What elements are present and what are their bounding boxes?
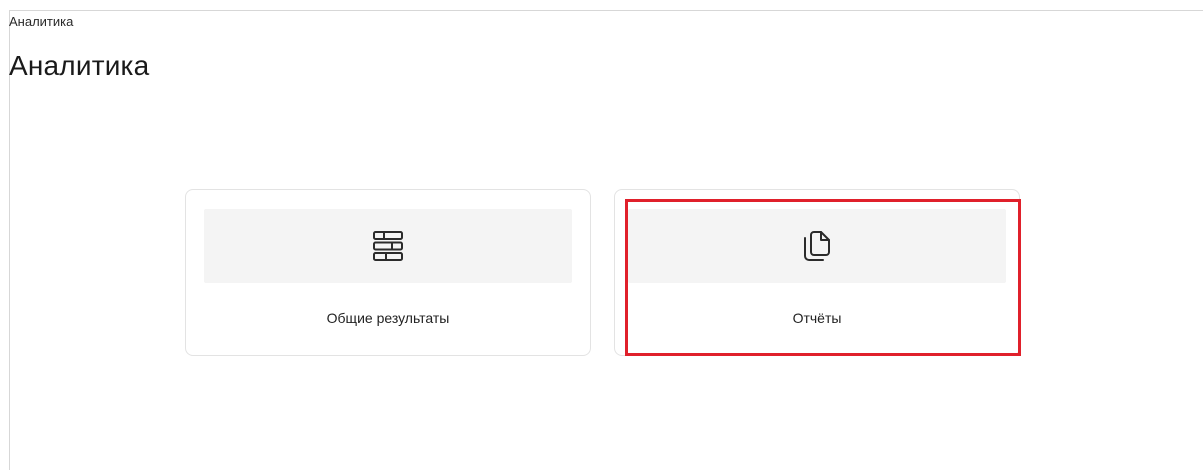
breadcrumb[interactable]: Аналитика bbox=[9, 14, 73, 29]
page-title: Аналитика bbox=[9, 50, 150, 81]
card-banner bbox=[628, 209, 1006, 283]
copy-document-icon bbox=[802, 229, 832, 263]
card-banner bbox=[204, 209, 572, 283]
reports-card[interactable]: Отчёты bbox=[614, 189, 1020, 356]
table-icon bbox=[372, 230, 404, 262]
card-label: Общие результаты bbox=[326, 310, 450, 326]
general-results-card[interactable]: Общие результаты bbox=[185, 189, 591, 356]
card-label: Отчёты bbox=[792, 310, 842, 326]
